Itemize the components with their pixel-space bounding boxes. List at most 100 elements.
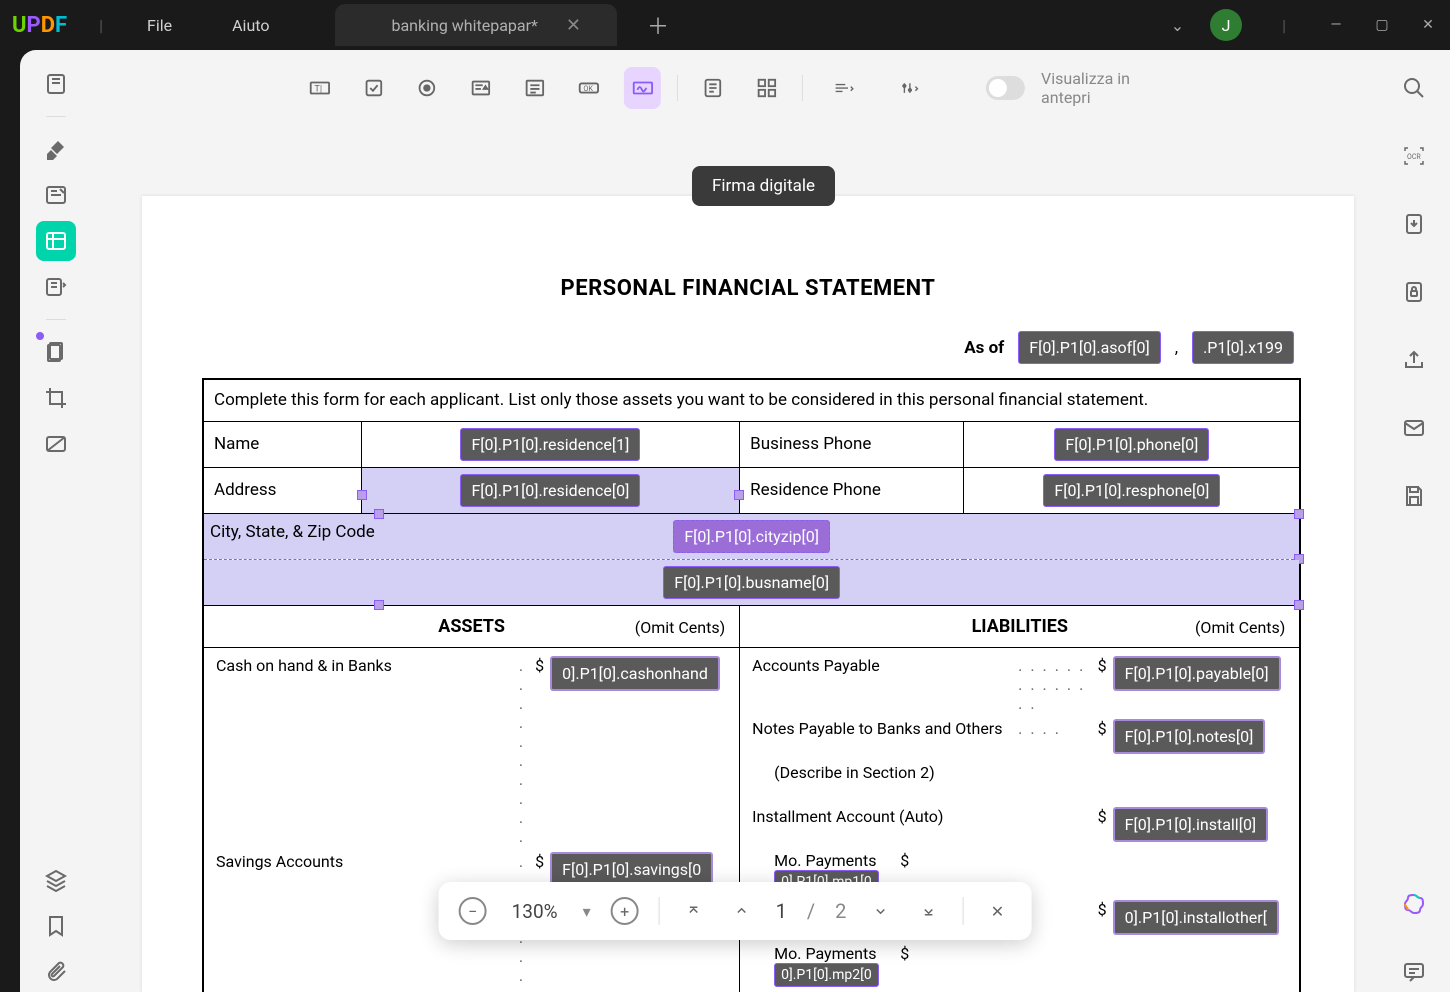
instruction-text: Complete this form for each applicant. L… — [203, 379, 1300, 421]
form-tool-icon[interactable] — [36, 221, 76, 261]
tooltip: Firma digitale — [692, 166, 835, 206]
radio-tool[interactable] — [408, 67, 446, 109]
share-icon[interactable] — [1394, 340, 1434, 380]
document-canvas[interactable]: PERSONAL FINANCIAL STATEMENT As of F[0].… — [142, 196, 1354, 992]
menu-help[interactable]: Aiuto — [232, 16, 269, 35]
liab-item: Installment Account (Auto) — [748, 805, 1092, 847]
dropdown-tool[interactable] — [462, 67, 500, 109]
page-navigation: − 130% ▾ + 1 / 2 ✕ — [439, 882, 1032, 940]
reader-tool-icon[interactable] — [36, 64, 76, 104]
digital-signature-tool[interactable] — [624, 67, 662, 109]
preview-label: Visualizza in antepri — [1041, 69, 1169, 107]
prev-page-button[interactable] — [728, 897, 756, 925]
user-avatar[interactable]: J — [1210, 9, 1242, 41]
save-icon[interactable] — [1394, 476, 1434, 516]
menu-file[interactable]: File — [147, 16, 172, 35]
zoom-out-button[interactable]: − — [459, 897, 487, 925]
close-icon[interactable]: ✕ — [566, 15, 581, 36]
email-icon[interactable] — [1394, 408, 1434, 448]
convert-icon[interactable] — [1394, 204, 1434, 244]
zoom-in-button[interactable]: + — [611, 897, 639, 925]
name-label: Name — [203, 421, 361, 467]
form-field[interactable]: F[0].P1[0].residence[1] — [460, 428, 640, 461]
redact-tool-icon[interactable] — [36, 424, 76, 464]
tab-title: banking whitepapar* — [391, 16, 537, 35]
close-window-icon[interactable]: ✕ — [1418, 17, 1438, 33]
highlight-tool-icon[interactable] — [36, 129, 76, 169]
address-label: Address — [203, 467, 361, 513]
svg-text:OK: OK — [583, 84, 593, 93]
resphone-label: Residence Phone — [740, 467, 964, 513]
form-field[interactable]: F[0].P1[0].residence[0] — [460, 474, 640, 507]
omit-cents: (Omit Cents) — [635, 618, 725, 637]
search-icon[interactable] — [1394, 68, 1434, 108]
edit-text-tool-icon[interactable] — [36, 175, 76, 215]
new-tab-button[interactable]: ＋ — [647, 9, 669, 41]
bookmark-icon[interactable] — [36, 906, 76, 946]
separator: | — [99, 16, 103, 35]
zoom-dropdown-icon[interactable]: ▾ — [583, 902, 591, 921]
right-sidebar: OCR — [1378, 50, 1450, 992]
checkbox-tool[interactable] — [355, 67, 393, 109]
attachment-icon[interactable] — [36, 952, 76, 992]
separator — [46, 319, 66, 320]
separator — [46, 116, 66, 117]
form-field[interactable]: F[0].P1[0].busname[0] — [663, 566, 840, 599]
ocr-icon[interactable]: OCR — [1394, 136, 1434, 176]
listbox-tool[interactable] — [516, 67, 554, 109]
chevron-down-icon[interactable]: ⌄ — [1171, 16, 1184, 35]
indicator-dot — [36, 332, 44, 340]
protect-icon[interactable] — [1394, 272, 1434, 312]
align-tool[interactable] — [819, 67, 869, 109]
form-properties-tool[interactable] — [694, 67, 732, 109]
tools-menu[interactable] — [885, 67, 935, 109]
form-field[interactable]: F[0].P1[0].install[0] — [1113, 807, 1269, 842]
app-logo: UPDF — [12, 13, 67, 38]
liab-sub: Mo. Payments — [774, 944, 876, 963]
separator — [802, 75, 803, 101]
page-current[interactable]: 1 — [776, 899, 787, 923]
svg-text:T|: T| — [314, 85, 322, 95]
maximize-icon[interactable]: ▢ — [1372, 17, 1392, 33]
layers-icon[interactable] — [36, 860, 76, 900]
cityzip-label: City, State, & Zip Code — [210, 522, 375, 542]
form-field[interactable]: F[0].P1[0].resphone[0] — [1043, 474, 1220, 507]
busphone-label: Business Phone — [740, 421, 964, 467]
separator — [677, 75, 678, 101]
form-field[interactable]: F[0].P1[0].phone[0] — [1054, 428, 1209, 461]
close-nav-button[interactable]: ✕ — [983, 897, 1011, 925]
text-field-tool[interactable]: T| — [301, 67, 339, 109]
liab-sub: (Describe in Section 2) — [748, 761, 1291, 803]
form-field[interactable]: F[0].P1[0].asof[0] — [1018, 331, 1160, 364]
separator: | — [1282, 16, 1286, 35]
first-page-button[interactable] — [680, 897, 708, 925]
workspace: T| OK Visualizza in antepri Firma digita… — [20, 50, 1450, 992]
liab-sub: Mo. Payments — [774, 851, 876, 870]
svg-text:OCR: OCR — [1407, 153, 1421, 161]
form-field[interactable]: 0].P1[0].mp2[0 — [774, 963, 879, 987]
form-field[interactable]: 0].P1[0].cashonhand — [550, 656, 720, 691]
form-field-selected[interactable]: F[0].P1[0].cityzip[0] — [673, 520, 830, 553]
form-field[interactable]: F[0].P1[0].notes[0] — [1113, 719, 1266, 754]
liab-item: Accounts Payable — [748, 654, 1012, 715]
preview-toggle[interactable] — [985, 76, 1025, 100]
button-tool[interactable]: OK — [570, 67, 608, 109]
doc-title: PERSONAL FINANCIAL STATEMENT — [202, 276, 1294, 301]
minimize-icon[interactable]: — — [1326, 17, 1346, 33]
form-toolbar: T| OK Visualizza in antepri — [291, 58, 1179, 118]
comment-icon[interactable] — [1394, 952, 1434, 992]
grid-tool[interactable] — [748, 67, 786, 109]
last-page-button[interactable] — [914, 897, 942, 925]
liab-item: Notes Payable to Banks and Others — [748, 717, 1012, 759]
ai-icon[interactable] — [1394, 884, 1434, 924]
form-field[interactable]: 0].P1[0].installother[ — [1113, 900, 1279, 935]
document-tab[interactable]: banking whitepapar* ✕ — [335, 4, 617, 46]
assets-header: ASSETS — [438, 616, 505, 637]
zoom-value[interactable]: 130% — [507, 900, 563, 923]
form-field[interactable]: .P1[0].x199 — [1192, 331, 1294, 364]
organize-tool-icon[interactable] — [36, 267, 76, 307]
page-total: 2 — [835, 899, 846, 923]
next-page-button[interactable] — [866, 897, 894, 925]
form-field[interactable]: F[0].P1[0].payable[0] — [1113, 656, 1281, 691]
crop-tool-icon[interactable] — [36, 378, 76, 418]
